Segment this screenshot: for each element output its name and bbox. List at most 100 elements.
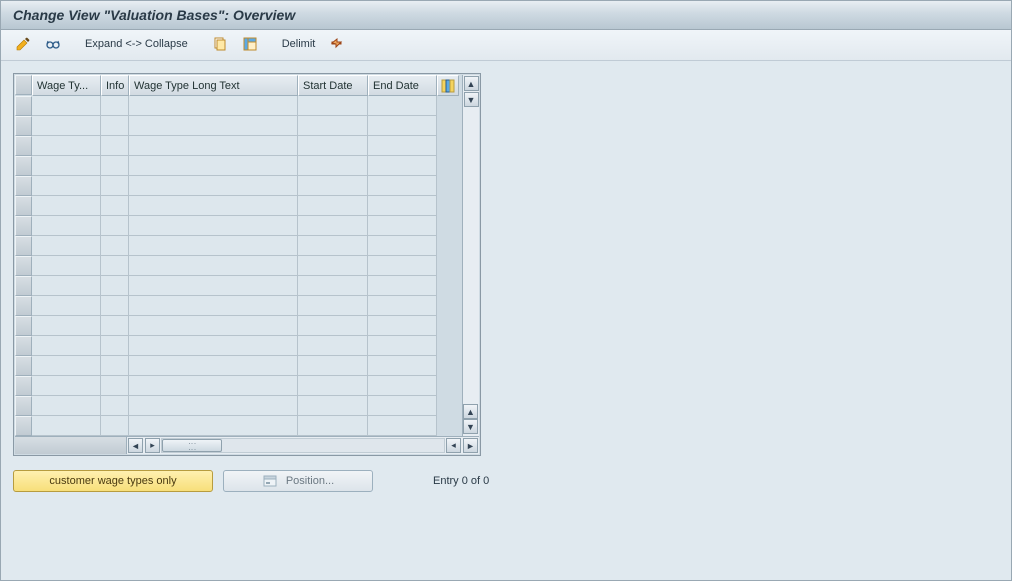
data-cell[interactable] xyxy=(101,216,129,236)
row-selector[interactable] xyxy=(15,256,32,276)
data-cell[interactable] xyxy=(32,236,101,256)
row-selector[interactable] xyxy=(15,216,32,236)
data-cell[interactable] xyxy=(101,136,129,156)
data-cell[interactable] xyxy=(298,376,368,396)
edit-icon[interactable] xyxy=(11,34,35,54)
data-cell[interactable] xyxy=(368,216,437,236)
data-cell[interactable] xyxy=(32,216,101,236)
column-config-icon[interactable] xyxy=(437,75,459,96)
column-header-start-date[interactable]: Start Date xyxy=(298,75,368,96)
table-row[interactable] xyxy=(15,96,479,116)
data-cell[interactable] xyxy=(368,136,437,156)
expand-collapse-button[interactable]: Expand <-> Collapse xyxy=(81,38,192,50)
delete-icon[interactable] xyxy=(325,34,349,54)
row-selector[interactable] xyxy=(15,396,32,416)
data-cell[interactable] xyxy=(32,376,101,396)
table-row[interactable] xyxy=(15,316,479,336)
scroll-left-icon[interactable]: ▸ xyxy=(145,438,160,453)
position-button[interactable]: Position... xyxy=(223,470,373,492)
data-cell[interactable] xyxy=(368,256,437,276)
data-cell[interactable] xyxy=(129,276,298,296)
row-selector[interactable] xyxy=(15,316,32,336)
data-cell[interactable] xyxy=(298,236,368,256)
data-cell[interactable] xyxy=(32,296,101,316)
row-selector[interactable] xyxy=(15,196,32,216)
data-cell[interactable] xyxy=(129,356,298,376)
data-cell[interactable] xyxy=(129,416,298,436)
data-cell[interactable] xyxy=(368,176,437,196)
row-selector[interactable] xyxy=(15,236,32,256)
data-cell[interactable] xyxy=(368,376,437,396)
hscroll-thumb[interactable] xyxy=(162,439,222,452)
data-cell[interactable] xyxy=(32,196,101,216)
row-selector[interactable] xyxy=(15,416,32,436)
data-cell[interactable] xyxy=(129,336,298,356)
data-cell[interactable] xyxy=(298,356,368,376)
data-cell[interactable] xyxy=(298,216,368,236)
row-selector[interactable] xyxy=(15,136,32,156)
row-selector[interactable] xyxy=(15,96,32,116)
row-selector[interactable] xyxy=(15,176,32,196)
table-row[interactable] xyxy=(15,136,479,156)
table-row[interactable] xyxy=(15,336,479,356)
scroll-right-end-icon[interactable]: ► xyxy=(463,438,478,453)
data-cell[interactable] xyxy=(32,336,101,356)
data-cell[interactable] xyxy=(101,176,129,196)
scroll-left-start-icon[interactable]: ◄ xyxy=(128,438,143,453)
data-cell[interactable] xyxy=(298,296,368,316)
column-header-wage-type[interactable]: Wage Ty... xyxy=(32,75,101,96)
data-cell[interactable] xyxy=(32,256,101,276)
row-selector[interactable] xyxy=(15,376,32,396)
row-selector[interactable] xyxy=(15,296,32,316)
delimit-button[interactable]: Delimit xyxy=(278,38,320,50)
data-cell[interactable] xyxy=(129,216,298,236)
data-cell[interactable] xyxy=(368,236,437,256)
data-cell[interactable] xyxy=(368,356,437,376)
data-cell[interactable] xyxy=(32,136,101,156)
table-row[interactable] xyxy=(15,236,479,256)
data-cell[interactable] xyxy=(368,116,437,136)
data-cell[interactable] xyxy=(32,176,101,196)
data-cell[interactable] xyxy=(129,156,298,176)
data-cell[interactable] xyxy=(101,116,129,136)
data-cell[interactable] xyxy=(368,196,437,216)
data-cell[interactable] xyxy=(101,236,129,256)
data-cell[interactable] xyxy=(368,416,437,436)
hscroll-track[interactable] xyxy=(161,438,445,453)
data-cell[interactable] xyxy=(368,336,437,356)
data-cell[interactable] xyxy=(101,256,129,276)
data-cell[interactable] xyxy=(101,376,129,396)
data-cell[interactable] xyxy=(129,136,298,156)
table-row[interactable] xyxy=(15,276,479,296)
data-cell[interactable] xyxy=(298,96,368,116)
table-row[interactable] xyxy=(15,116,479,136)
table-row[interactable] xyxy=(15,176,479,196)
data-cell[interactable] xyxy=(32,96,101,116)
table-row[interactable] xyxy=(15,256,479,276)
data-cell[interactable] xyxy=(298,336,368,356)
data-cell[interactable] xyxy=(298,136,368,156)
data-cell[interactable] xyxy=(129,176,298,196)
data-cell[interactable] xyxy=(298,416,368,436)
data-cell[interactable] xyxy=(101,336,129,356)
data-cell[interactable] xyxy=(101,96,129,116)
data-cell[interactable] xyxy=(32,156,101,176)
table-row[interactable] xyxy=(15,216,479,236)
vertical-scrollbar[interactable]: ▲ ▼ ▲ ▼ xyxy=(462,75,479,436)
row-selector[interactable] xyxy=(15,356,32,376)
data-cell[interactable] xyxy=(32,396,101,416)
data-cell[interactable] xyxy=(32,416,101,436)
data-cell[interactable] xyxy=(368,156,437,176)
data-cell[interactable] xyxy=(101,196,129,216)
table-row[interactable] xyxy=(15,296,479,316)
table-row[interactable] xyxy=(15,156,479,176)
data-cell[interactable] xyxy=(129,196,298,216)
table-row[interactable] xyxy=(15,416,479,436)
data-cell[interactable] xyxy=(32,316,101,336)
data-cell[interactable] xyxy=(298,256,368,276)
data-cell[interactable] xyxy=(129,236,298,256)
scroll-down-icon[interactable]: ▼ xyxy=(463,419,478,434)
data-cell[interactable] xyxy=(101,296,129,316)
select-all-icon[interactable] xyxy=(238,34,262,54)
table-row[interactable] xyxy=(15,196,479,216)
